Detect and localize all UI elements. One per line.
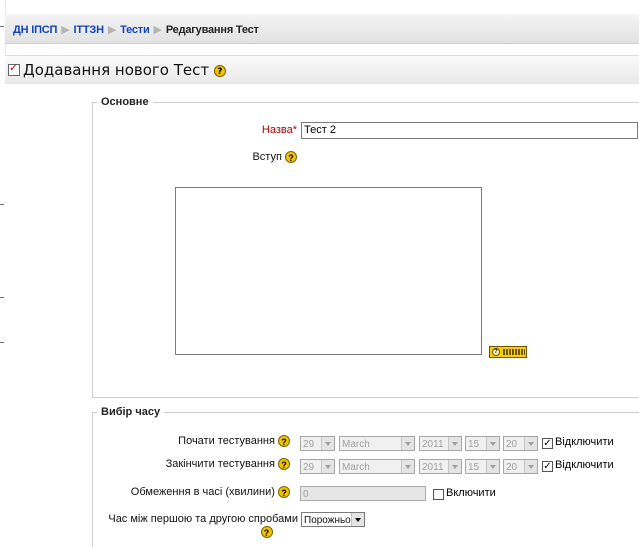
keyboard-icon bbox=[503, 349, 525, 355]
dropdown-arrow-icon bbox=[524, 460, 537, 473]
name-label-row: Назва* bbox=[205, 124, 297, 136]
dropdown-arrow-icon bbox=[321, 460, 334, 473]
close-disable-checkbox[interactable]: ✓ bbox=[542, 461, 553, 472]
dropdown-arrow-icon bbox=[448, 460, 461, 473]
breadcrumb-link-site[interactable]: ДН ІПСП bbox=[13, 24, 57, 36]
quiz-icon bbox=[8, 61, 20, 76]
open-label: Почати тестування bbox=[178, 435, 275, 447]
form-area: Основне Назва* Тест 2 Вступ ? ? Вибір ча… bbox=[5, 84, 639, 547]
required-mark: * bbox=[292, 124, 297, 136]
help-icon[interactable]: ? bbox=[278, 486, 290, 499]
close-year-select[interactable]: 2011 bbox=[419, 459, 462, 474]
breadcrumb-separator-icon: ▶ bbox=[153, 24, 162, 36]
open-minute-select[interactable]: 20 bbox=[503, 436, 538, 451]
intro-editor[interactable] bbox=[175, 187, 482, 355]
page-header: Додавання нового Тест ? bbox=[5, 55, 639, 85]
dropdown-arrow-icon bbox=[401, 437, 414, 450]
name-label: Назва bbox=[261, 124, 293, 136]
breadcrumb-link-tests[interactable]: Тести bbox=[120, 24, 150, 36]
help-icon[interactable]: ? bbox=[260, 526, 273, 539]
time-limit-input[interactable]: 0 bbox=[300, 486, 426, 501]
page-title: Додавання нового Тест bbox=[23, 61, 210, 79]
help-question-icon: ? bbox=[492, 348, 500, 356]
open-year-select[interactable]: 2011 bbox=[419, 436, 462, 451]
help-icon[interactable]: ? bbox=[285, 151, 297, 164]
open-day-select[interactable]: 29 bbox=[300, 436, 335, 451]
help-icon[interactable]: ? bbox=[278, 458, 290, 471]
help-icon[interactable]: ? bbox=[278, 435, 290, 448]
close-label-row: Закінчити тестування ? bbox=[105, 458, 290, 471]
delay-select[interactable]: Порожньо bbox=[301, 512, 365, 527]
general-legend: Основне bbox=[101, 96, 149, 108]
dropdown-arrow-icon bbox=[486, 437, 499, 450]
limit-label: Обмеження в часі (хвилини) bbox=[130, 486, 275, 498]
intro-label: Вступ bbox=[252, 151, 282, 163]
limit-enable-checkbox[interactable] bbox=[433, 489, 444, 500]
dropdown-arrow-icon bbox=[351, 513, 364, 526]
help-icon[interactable]: ? bbox=[213, 64, 226, 77]
limit-enable-label: Включити bbox=[446, 487, 496, 499]
name-input[interactable]: Тест 2 bbox=[301, 122, 638, 139]
close-minute-select[interactable]: 20 bbox=[503, 459, 538, 474]
dropdown-arrow-icon bbox=[448, 437, 461, 450]
close-month-select[interactable]: March bbox=[339, 459, 415, 474]
breadcrumb: ДН ІПСП ▶ ІТТЗН ▶ Тести ▶ Редагування Тест bbox=[13, 23, 259, 36]
breadcrumb-link-course[interactable]: ІТТЗН bbox=[74, 24, 105, 36]
open-disable-label: Відключити bbox=[555, 436, 614, 448]
navigation-bar: ДН ІПСП ▶ ІТТЗН ▶ Тести ▶ Редагування Тест bbox=[5, 14, 639, 44]
open-disable-checkbox[interactable]: ✓ bbox=[542, 438, 553, 449]
close-day-select[interactable]: 29 bbox=[300, 459, 335, 474]
dropdown-arrow-icon bbox=[321, 437, 334, 450]
close-label: Закінчити тестування bbox=[165, 458, 275, 470]
limit-label-row: Обмеження в часі (хвилини) ? bbox=[105, 486, 290, 499]
open-hour-select[interactable]: 15 bbox=[465, 436, 500, 451]
close-disable-label: Відключити bbox=[555, 459, 614, 471]
intro-label-row: Вступ ? bbox=[205, 151, 297, 164]
delay-label-row: Час між першою та другою спробами ? bbox=[95, 513, 298, 539]
close-hour-select[interactable]: 15 bbox=[465, 459, 500, 474]
dropdown-arrow-icon bbox=[401, 460, 414, 473]
dropdown-arrow-icon bbox=[486, 460, 499, 473]
breadcrumb-separator-icon: ▶ bbox=[61, 24, 70, 36]
timing-legend: Вибір часу bbox=[101, 406, 161, 418]
open-label-row: Почати тестування ? bbox=[105, 435, 290, 448]
breadcrumb-current: Редагування Тест bbox=[165, 24, 259, 36]
page-title-row: Додавання нового Тест ? bbox=[8, 61, 226, 79]
open-month-select[interactable]: March bbox=[339, 436, 415, 451]
delay-label: Час між першою та другою спробами bbox=[108, 513, 298, 525]
dropdown-arrow-icon bbox=[524, 437, 537, 450]
editor-help-icon[interactable]: ? bbox=[489, 346, 527, 358]
breadcrumb-separator-icon: ▶ bbox=[107, 24, 117, 36]
